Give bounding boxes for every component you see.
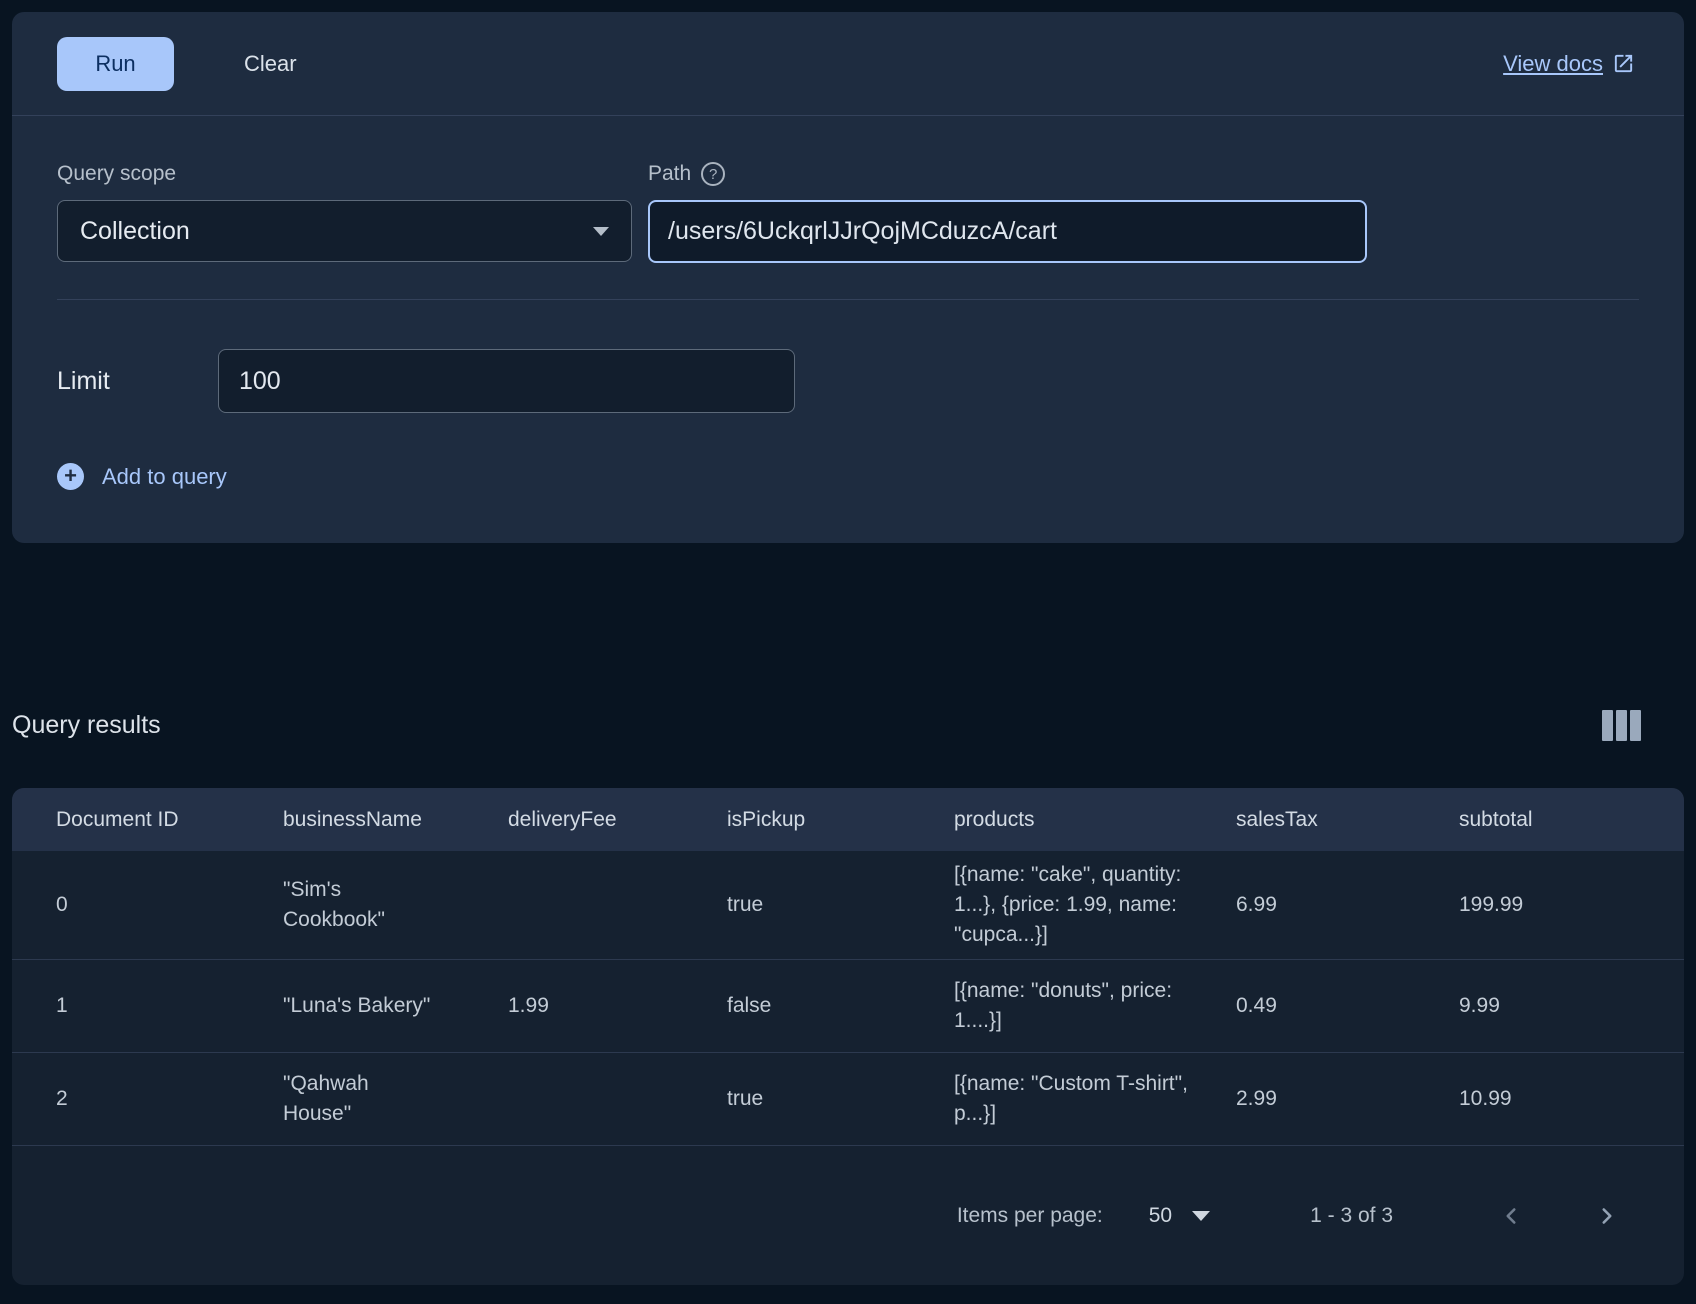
chevron-left-icon (1506, 1207, 1516, 1224)
limit-input[interactable] (218, 349, 795, 413)
table-row[interactable]: 0 "Sim's Cookbook" true [{name: "cake", qua… (12, 851, 1684, 960)
run-button[interactable]: Run (57, 36, 174, 91)
table-pagination: Items per page: 50 1 - 3 of 3 (12, 1146, 1684, 1285)
column-header-deliveryfee: deliveryFee (508, 807, 617, 831)
table-cell: 1.99 (508, 994, 549, 1017)
view-docs-label: View docs (1503, 50, 1603, 76)
table-cell: 0 (56, 893, 68, 916)
clear-button[interactable]: Clear (226, 37, 315, 91)
table-cell: 199.99 (1459, 893, 1524, 916)
column-header-document-id: Document ID (56, 807, 179, 831)
query-scope-label: Query scope (57, 162, 177, 185)
table-cell: true (727, 1087, 764, 1110)
query-builder-panel: Run Clear View docs Query scope Collecti… (12, 12, 1684, 543)
previous-page-button[interactable] (1498, 1203, 1524, 1229)
table-cell: [{name: "cake", quantity: 1...}, {price:… (954, 863, 1182, 946)
table-row[interactable]: 2 "Qahwah House" true [{name: "Custom T-shi… (12, 1053, 1684, 1146)
column-header-ispickup: isPickup (727, 807, 806, 831)
column-header-salestax: salesTax (1236, 807, 1318, 831)
form-divider (57, 299, 1639, 300)
column-header-businessname: businessName (283, 807, 422, 831)
table-cell: 2 (56, 1087, 68, 1110)
items-per-page-label: Items per page: (956, 1203, 1103, 1227)
table-cell: true (727, 893, 764, 916)
external-link-icon (1612, 52, 1635, 75)
query-scope-select[interactable]: Collection (57, 200, 632, 262)
view-columns-icon[interactable] (1602, 709, 1642, 741)
table-cell: 2.99 (1236, 1087, 1277, 1110)
table-cell: 10.99 (1459, 1087, 1512, 1110)
add-to-query-label: Add to query (102, 463, 227, 489)
table-cell: "Sim's Cookbook" (283, 878, 386, 931)
query-results-card: Document ID businessName deliveryFee isP… (12, 788, 1684, 1285)
table-cell: 0.49 (1236, 994, 1277, 1017)
plus-icon: + (57, 463, 84, 490)
path-label: Path (648, 162, 692, 185)
table-header-row: Document ID businessName deliveryFee isP… (12, 788, 1684, 851)
limit-label: Limit (57, 366, 110, 395)
chevron-down-icon (1192, 1210, 1211, 1221)
chevron-right-icon (1602, 1207, 1612, 1224)
next-page-button[interactable] (1594, 1203, 1620, 1229)
items-per-page-value: 50 (1148, 1203, 1173, 1227)
table-cell: 9.99 (1459, 994, 1500, 1017)
table-cell: "Qahwah House" (283, 1072, 369, 1125)
view-docs-link[interactable]: View docs (1503, 51, 1635, 77)
query-results-title: Query results (12, 710, 161, 739)
add-to-query-button[interactable]: + Add to query (57, 463, 227, 490)
table-cell: "Luna's Bakery" (283, 994, 431, 1017)
table-body: 0 "Sim's Cookbook" true [{name: "cake", qua… (12, 851, 1684, 1146)
pagination-range-label: 1 - 3 of 3 (1310, 1203, 1393, 1227)
help-icon[interactable]: ? (701, 162, 726, 186)
query-toolbar: Run Clear View docs (12, 12, 1684, 116)
table-cell: false (727, 994, 772, 1017)
table-cell: 1 (56, 994, 68, 1017)
table-cell: [{name: "Custom T-shirt", p...}] (954, 1072, 1188, 1125)
table-cell: 6.99 (1236, 893, 1277, 916)
query-scope-value: Collection (80, 216, 190, 245)
items-per-page-select[interactable]: 50 (1148, 1203, 1211, 1228)
table-row[interactable]: 1 "Luna's Bakery" 1.99 false [{name: "donuts… (12, 960, 1684, 1053)
table-cell: [{name: "donuts", price: 1....}] (954, 979, 1173, 1032)
chevron-down-icon (593, 226, 609, 236)
query-form: Query scope Collection Path ? Limit + Ad (12, 116, 1684, 490)
path-input[interactable] (648, 200, 1367, 263)
column-header-subtotal: subtotal (1459, 807, 1533, 831)
column-header-products: products (954, 807, 1035, 831)
